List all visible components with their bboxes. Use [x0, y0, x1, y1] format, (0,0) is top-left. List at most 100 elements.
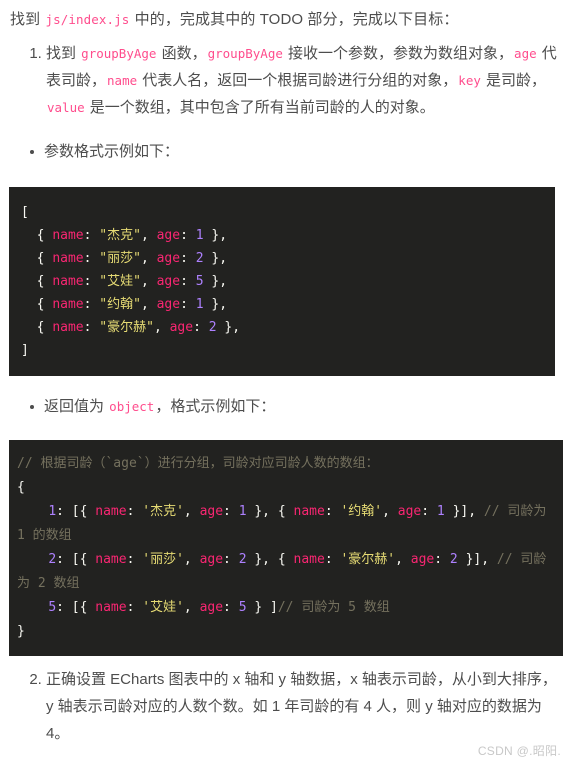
code-block-2-wrapper: // 根据司龄（`age`）进行分组，司龄对应司龄人数的数组： { 1: [{ … — [0, 420, 571, 656]
code-token: , — [140, 251, 157, 266]
code-token: '豪尔赫' — [340, 552, 396, 567]
code-token: { — [21, 274, 53, 289]
code-token: "杰克" — [99, 228, 141, 243]
code-token: : — [223, 504, 239, 519]
inline-code-groupbyage-2: groupByAge — [207, 46, 283, 61]
code-token: : — [324, 504, 341, 519]
code-token: , — [140, 274, 157, 289]
code-token: , — [183, 600, 200, 615]
code-token: : — [126, 552, 143, 567]
code-token: : — [193, 320, 209, 335]
code-token: } ] — [246, 600, 278, 615]
code-token: : — [223, 600, 239, 615]
intro-paragraph: 找到 js/index.js 中的，完成其中的 TODO 部分，完成以下目标： — [0, 0, 571, 32]
bullet-item-params: 参数格式示例如下： — [30, 139, 561, 165]
code-token: : — [83, 274, 100, 289]
code-token: "约翰" — [99, 297, 141, 312]
code-token: name — [52, 297, 84, 312]
code-token: : — [126, 504, 143, 519]
code-token: { — [17, 480, 25, 495]
code-token: age — [410, 552, 435, 567]
code-token: '艾娃' — [142, 600, 184, 615]
code-token: : — [83, 251, 100, 266]
task1-text-2: 函数， — [157, 45, 207, 62]
code-token: age — [199, 504, 224, 519]
code-token: 1 — [436, 504, 445, 519]
code-token: // 根据司龄（`age`）进行分组，司龄对应司龄人数的数组： — [17, 456, 379, 471]
bullet-return-text-1: 返回值为 — [44, 398, 109, 415]
code-token: age — [156, 228, 181, 243]
code-token: : [{ — [56, 504, 96, 519]
code-token: : — [126, 600, 143, 615]
bullet-item-return: 返回值为 object，格式示例如下： — [30, 394, 561, 420]
code-token: }], — [444, 504, 484, 519]
code-token: : [{ — [56, 600, 96, 615]
code-token: ] — [21, 343, 29, 358]
code-token: { — [21, 228, 53, 243]
code-token: : — [83, 320, 100, 335]
code-token: , — [382, 504, 398, 519]
code-token: age — [199, 552, 224, 567]
code-token: : — [83, 297, 100, 312]
code-token: : — [421, 504, 437, 519]
code-token: , — [153, 320, 170, 335]
code-token: "豪尔赫" — [99, 320, 154, 335]
task-item-2: 正确设置 ECharts 图表中的 x 轴和 y 轴数据，x 轴表示司龄，从小到… — [46, 666, 561, 747]
code-token: 2 — [48, 552, 57, 567]
code-token: { — [21, 297, 53, 312]
code-token: name — [52, 251, 84, 266]
bullet-list-return: 返回值为 object，格式示例如下： — [0, 394, 571, 420]
code-token: }, { — [246, 504, 294, 519]
code-token: }, — [203, 228, 228, 243]
code-token: name — [52, 228, 84, 243]
code-token: "艾娃" — [99, 274, 141, 289]
task-list-first: 找到 groupByAge 函数，groupByAge 接收一个参数，参数为数组… — [0, 32, 571, 121]
csdn-watermark: CSDN @.昭阳. — [477, 744, 561, 758]
code-token: : — [434, 552, 450, 567]
task1-text-5: 代表人名，返回一个根据司龄进行分组的对象， — [138, 72, 458, 89]
code-token: name — [95, 504, 127, 519]
code-token: : — [180, 228, 196, 243]
bullet-list-params: 参数格式示例如下： — [0, 139, 571, 165]
code-token: , — [183, 552, 200, 567]
task1-text-3: 接收一个参数，参数为数组对象， — [283, 45, 514, 62]
code-token: : [{ — [56, 552, 96, 567]
code-block-return-example: // 根据司龄（`age`）进行分组，司龄对应司龄人数的数组： { 1: [{ … — [9, 440, 563, 656]
inline-code-name: name — [107, 73, 138, 88]
code-token: 5 — [238, 600, 247, 615]
code-token: 2 — [238, 552, 247, 567]
code-token: '丽莎' — [142, 552, 184, 567]
bullet-return-text-2: ，格式示例如下： — [155, 398, 276, 415]
code-token: 1 — [195, 228, 204, 243]
code-token: name — [95, 552, 127, 567]
code-token: }, — [203, 251, 228, 266]
code-token: }, — [203, 274, 228, 289]
code-block-1-wrapper: [ { name: "杰克", age: 1 }, { name: "丽莎", … — [0, 165, 571, 376]
inline-code-file-path: js/index.js — [45, 12, 130, 27]
code-token: , — [183, 504, 200, 519]
code-token: }, — [216, 320, 241, 335]
inline-code-object: object — [109, 399, 155, 414]
bullet-params-label: 参数格式示例如下： — [44, 143, 180, 160]
code-token: age — [156, 274, 181, 289]
article-body: 找到 js/index.js 中的，完成其中的 TODO 部分，完成以下目标： … — [0, 0, 571, 747]
code-token: : — [180, 274, 196, 289]
code-token: age — [156, 297, 181, 312]
code-token: 5 — [48, 600, 57, 615]
code-token: 2 — [195, 251, 204, 266]
code-token: "丽莎" — [99, 251, 141, 266]
intro-text-2: 中的，完成其中的 TODO 部分，完成以下目标： — [130, 11, 459, 28]
code-block-params-example: [ { name: "杰克", age: 1 }, { name: "丽莎", … — [9, 187, 555, 376]
code-token: age — [199, 600, 224, 615]
code-token: name — [95, 600, 127, 615]
code-token: : — [83, 228, 100, 243]
code-token: , — [395, 552, 411, 567]
code-token: }, — [203, 297, 228, 312]
inline-code-key: key — [458, 73, 481, 88]
code-token: , — [140, 297, 157, 312]
inline-code-groupbyage-1: groupByAge — [81, 46, 157, 61]
